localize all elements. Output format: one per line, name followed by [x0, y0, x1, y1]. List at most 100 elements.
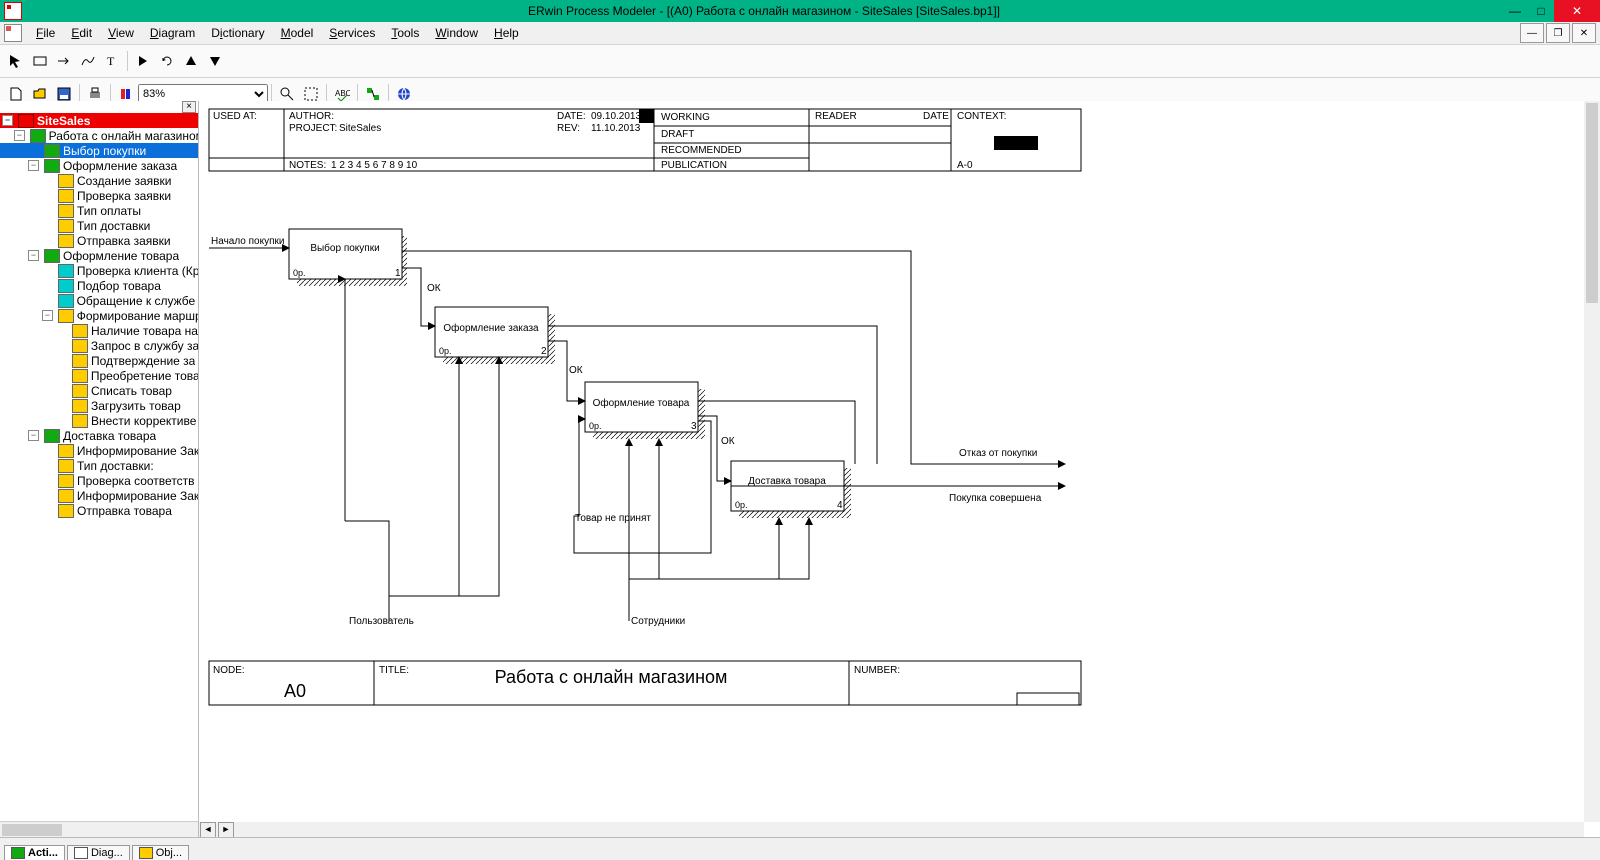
menu-window[interactable]: Window — [427, 24, 486, 42]
svg-text:Оформление товара: Оформление товара — [593, 397, 690, 409]
svg-text:READER: READER — [815, 111, 857, 122]
svg-text:1 2 3 4 5 6 7 8 9 10: 1 2 3 4 5 6 7 8 9 10 — [331, 160, 418, 171]
menu-tools[interactable]: Tools — [383, 24, 427, 42]
tab-activities[interactable]: Acti... — [4, 845, 65, 860]
svg-text:A-0: A-0 — [957, 160, 973, 171]
panel-close-button[interactable]: × — [182, 101, 196, 113]
svg-text:Отказ от покупки: Отказ от покупки — [959, 448, 1037, 459]
maximize-button[interactable]: □ — [1528, 0, 1554, 22]
window-title: ERwin Process Modeler - [(A0) Работа с о… — [26, 4, 1502, 18]
nav-up-icon[interactable] — [180, 50, 202, 72]
svg-text:Товар не принят: Товар не принят — [575, 513, 651, 524]
tree-item[interactable]: ·Информирование Зак — [0, 488, 198, 503]
menu-diagram[interactable]: Diagram — [142, 24, 203, 42]
menu-dictionary[interactable]: Dictionary — [203, 24, 272, 42]
tree-item[interactable]: −Оформление товара — [0, 248, 198, 263]
tree-item[interactable]: −Доставка товара — [0, 428, 198, 443]
svg-text:USED AT:: USED AT: — [213, 111, 257, 122]
tree-item-selected[interactable]: ·Выбор покупки — [0, 143, 198, 158]
tree-item[interactable]: ·Загрузить товар — [0, 398, 198, 413]
redo-icon[interactable] — [156, 50, 178, 72]
mdi-close-button[interactable]: ✕ — [1572, 23, 1596, 43]
svg-text:RECOMMENDED: RECOMMENDED — [661, 145, 742, 156]
tree-item[interactable]: ·Списать товар — [0, 383, 198, 398]
nav-down-icon[interactable] — [204, 50, 226, 72]
tree-item[interactable]: ·Проверка соответств — [0, 473, 198, 488]
svg-text:Доставка товара: Доставка товара — [748, 476, 826, 487]
svg-text:11.10.2013: 11.10.2013 — [591, 123, 641, 134]
svg-text:Работа с онлайн магазином: Работа с онлайн магазином — [495, 667, 728, 687]
activity-box-1[interactable]: Выбор покупки 0р. 1 — [289, 229, 407, 286]
svg-text:PROJECT:: PROJECT: — [289, 123, 337, 134]
arrow-tool[interactable] — [53, 50, 75, 72]
tree-item[interactable]: ·Подбор товара — [0, 278, 198, 293]
tree-item[interactable]: −Формирование маршр — [0, 308, 198, 323]
activity-box-3[interactable]: Оформление товара 0р. 3 — [585, 382, 705, 439]
tree-item[interactable]: ·Отправка заявки — [0, 233, 198, 248]
tree-item[interactable]: ·Наличие товара на — [0, 323, 198, 338]
tree-item[interactable]: ·Тип оплаты — [0, 203, 198, 218]
activity-box-4[interactable]: Доставка товара 0р. 4 — [731, 461, 851, 518]
menu-view[interactable]: View — [100, 24, 142, 42]
tree-item[interactable]: ·Проверка заявки — [0, 188, 198, 203]
svg-text:Покупка совершена: Покупка совершена — [949, 493, 1042, 504]
svg-text:TITLE:: TITLE: — [379, 665, 409, 676]
tree-item[interactable]: ·Подтверждение за — [0, 353, 198, 368]
menu-edit[interactable]: Edit — [63, 24, 100, 42]
diagram-canvas[interactable]: USED AT: AUTHOR: PROJECT: SiteSales DATE… — [199, 101, 1600, 838]
canvas-h-scrollbar[interactable]: ◄ ► — [199, 822, 1584, 838]
canvas-v-scrollbar[interactable] — [1584, 101, 1600, 822]
svg-text:0р.: 0р. — [293, 268, 306, 278]
tab-objects[interactable]: Obj... — [132, 845, 189, 860]
squiggle-tool[interactable] — [77, 50, 99, 72]
svg-text:SiteSales: SiteSales — [339, 123, 381, 134]
tree-h-scrollbar[interactable] — [0, 821, 198, 838]
close-button[interactable]: ✕ — [1554, 0, 1600, 22]
activity-box-tool[interactable] — [29, 50, 51, 72]
svg-text:NODE:: NODE: — [213, 665, 245, 676]
tree-item[interactable]: ·Внести коррективе — [0, 413, 198, 428]
tree-root[interactable]: −SiteSales — [0, 113, 198, 128]
pointer-tool[interactable] — [5, 50, 27, 72]
text-tool[interactable]: T — [101, 50, 123, 72]
idef0-diagram: USED AT: AUTHOR: PROJECT: SiteSales DATE… — [199, 101, 1499, 838]
menu-help[interactable]: Help — [486, 24, 527, 42]
svg-text:T: T — [107, 54, 115, 68]
menu-file[interactable]: File — [28, 24, 63, 42]
svg-text:4: 4 — [837, 500, 843, 511]
mdi-system-icon[interactable] — [4, 24, 22, 42]
activity-box-2[interactable]: Оформление заказа 0р. 2 — [435, 307, 555, 364]
menu-model[interactable]: Model — [273, 24, 322, 42]
svg-text:DATE:: DATE: — [557, 111, 586, 122]
tree-item[interactable]: ·Преобретение това — [0, 368, 198, 383]
play-icon[interactable] — [132, 50, 154, 72]
tree-item[interactable]: ·Отправка товара — [0, 503, 198, 518]
svg-text:DRAFT: DRAFT — [661, 129, 694, 140]
tree-item[interactable]: −Оформление заказа — [0, 158, 198, 173]
mdi-restore-button[interactable]: ❐ — [1546, 23, 1570, 43]
tree-item[interactable]: ·Тип доставки: — [0, 458, 198, 473]
mdi-minimize-button[interactable]: — — [1520, 23, 1544, 43]
tree-item[interactable]: ·Обращение к службе т — [0, 293, 198, 308]
svg-text:1: 1 — [395, 268, 401, 279]
title-bar: ERwin Process Modeler - [(A0) Работа с о… — [0, 0, 1600, 22]
minimize-button[interactable]: — — [1502, 0, 1528, 22]
drawing-toolbar: T — [0, 45, 1600, 78]
tree-item[interactable]: ·Тип доставки — [0, 218, 198, 233]
svg-text:Пользователь: Пользователь — [349, 616, 414, 627]
explorer-tabs: Acti... Diag... Obj... — [0, 837, 1600, 860]
tree-item[interactable]: −Работа с онлайн магазином — [0, 128, 198, 143]
model-tree[interactable]: −SiteSales −Работа с онлайн магазином ·В… — [0, 101, 198, 821]
tab-diagrams[interactable]: Diag... — [67, 845, 130, 860]
menu-services[interactable]: Services — [321, 24, 383, 42]
scroll-left-arrow[interactable]: ◄ — [200, 822, 216, 838]
svg-text:Начало покупки: Начало покупки — [211, 236, 284, 247]
tree-item[interactable]: ·Проверка клиента (Кр — [0, 263, 198, 278]
tree-item[interactable]: ·Создание заявки — [0, 173, 198, 188]
scroll-right-arrow[interactable]: ► — [218, 822, 234, 838]
tree-item[interactable]: ·Запрос в службу за — [0, 338, 198, 353]
svg-text:0р.: 0р. — [589, 421, 602, 431]
tree-item[interactable]: ·Информирование Зак — [0, 443, 198, 458]
svg-text:WORKING: WORKING — [661, 112, 710, 123]
svg-text:ОК: ОК — [427, 283, 441, 294]
